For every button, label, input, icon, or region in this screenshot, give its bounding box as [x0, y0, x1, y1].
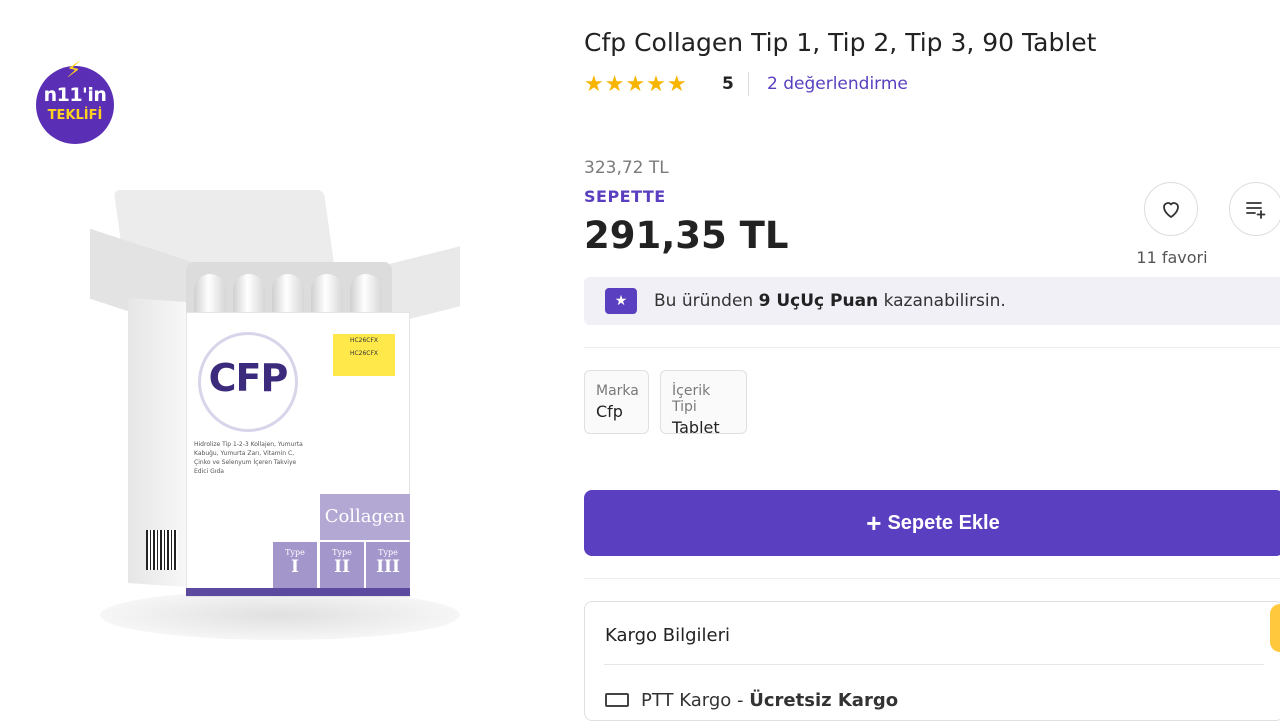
- code-sticker-text: HC26CFX: [349, 350, 379, 357]
- type-badge: Type III: [366, 542, 410, 588]
- add-to-cart-button[interactable]: + Sepete Ekle: [584, 490, 1280, 556]
- lightning-icon: ⚡: [66, 58, 82, 83]
- plus-icon: +: [866, 508, 882, 538]
- box-description: Hidrolize Tip 1-2-3 Kollajen, Yumurta Ka…: [194, 441, 303, 475]
- brand-logo: CFP: [208, 356, 289, 400]
- blister-pack: [186, 262, 392, 320]
- add-to-list-button[interactable]: [1229, 182, 1280, 236]
- truck-icon: [605, 693, 629, 707]
- image-shadow: [100, 590, 460, 640]
- rating-stars: ★★★★★: [584, 72, 688, 97]
- box-bottom-band: [186, 588, 410, 596]
- old-price: 323,72 TL: [584, 158, 669, 178]
- attribute-value: Tablet: [672, 418, 720, 437]
- favorite-button[interactable]: [1144, 182, 1198, 236]
- playlist-add-icon: [1246, 202, 1266, 219]
- badge-line1: n11'in: [43, 84, 107, 106]
- attribute-value: Cfp: [596, 402, 623, 421]
- attribute-key: Marka: [596, 383, 639, 399]
- n11-offer-badge: ⚡ n11'in TEKLİFİ: [36, 58, 114, 144]
- badge-line2: TEKLİFİ: [47, 108, 103, 123]
- shipping-title: Kargo Bilgileri: [605, 625, 731, 646]
- divider: [584, 578, 1280, 579]
- current-price: 291,35 TL: [584, 214, 789, 257]
- barcode: [146, 530, 178, 570]
- rating-divider: [748, 72, 749, 96]
- rating-value: 5: [722, 74, 734, 94]
- favorite-count: 11 favori: [1136, 248, 1208, 267]
- attribute-content-type: İçerik Tipi Tablet: [660, 370, 747, 437]
- divider: [584, 347, 1280, 348]
- side-widget-tab[interactable]: [1270, 604, 1280, 652]
- points-text: Bu üründen 9 UçUç Puan kazanabilirsin.: [654, 291, 1006, 311]
- collagen-label: Collagen: [320, 494, 410, 540]
- code-sticker: HC26CFX HC26CFX: [333, 334, 395, 376]
- divider: [604, 664, 1264, 665]
- add-to-cart-label: Sepete Ekle: [887, 511, 1000, 534]
- attribute-brand: Marka Cfp: [584, 370, 649, 434]
- star-badge-icon: ★: [605, 288, 637, 314]
- reviews-link[interactable]: 2 değerlendirme: [767, 74, 908, 94]
- heart-icon: [1163, 202, 1179, 218]
- points-amount: 9 UçUç Puan: [758, 291, 879, 311]
- type-badge: Type I: [273, 542, 317, 588]
- attribute-key: İçerik Tipi: [672, 383, 711, 415]
- code-sticker-text: HC26CFX: [349, 337, 379, 344]
- type-badge: Type II: [320, 542, 364, 588]
- cart-price-label: SEPETTE: [584, 187, 666, 206]
- product-title: Cfp Collagen Tip 1, Tip 2, Tip 3, 90 Tab…: [584, 28, 1097, 57]
